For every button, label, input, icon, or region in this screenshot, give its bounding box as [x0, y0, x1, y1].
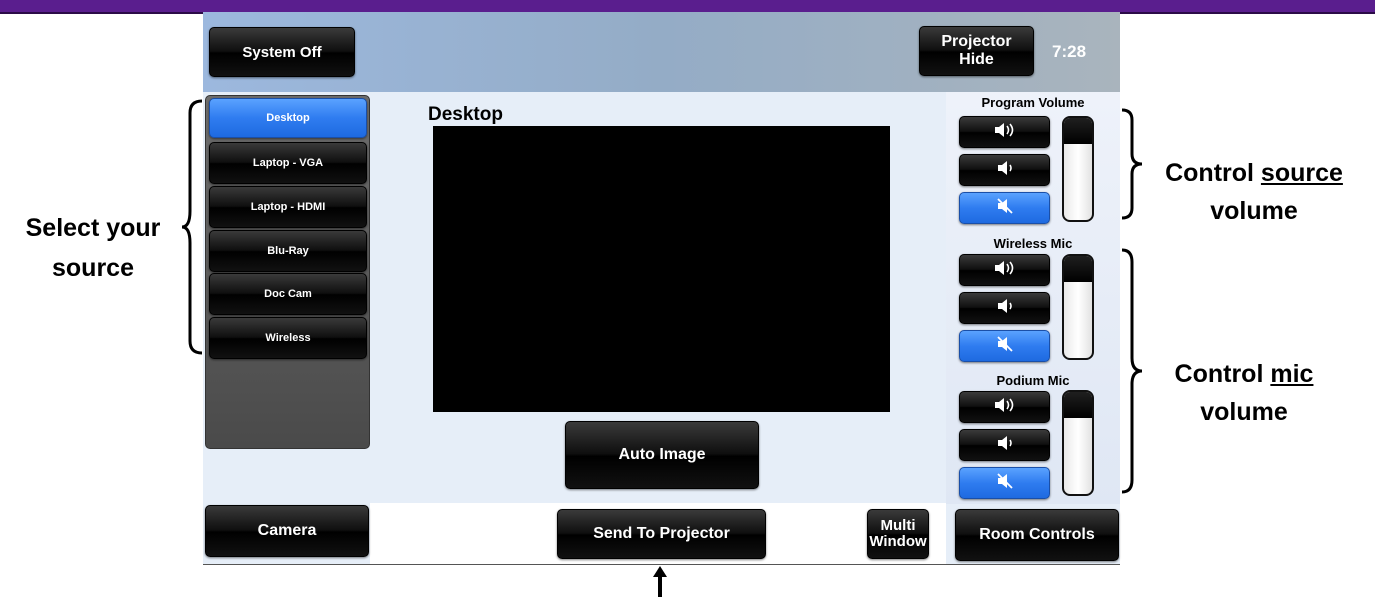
- slider-handle[interactable]: [1064, 256, 1092, 282]
- auto-image-button[interactable]: Auto Image: [565, 421, 759, 489]
- volume-word: volume: [1210, 197, 1298, 225]
- bottom-divider: [203, 564, 1120, 565]
- room-controls-button[interactable]: Room Controls: [955, 509, 1119, 561]
- control-source-annotation: Control source volume: [1144, 154, 1364, 230]
- mute-icon: [994, 472, 1016, 494]
- send-to-projector-button[interactable]: Send To Projector: [557, 509, 766, 559]
- podium-mic-mute-button[interactable]: [959, 467, 1050, 499]
- source-blu-ray-button[interactable]: Blu-Ray: [209, 230, 367, 272]
- select-source-annotation: Select your source: [25, 214, 161, 282]
- volume-up-icon: [994, 397, 1016, 418]
- mute-icon: [994, 335, 1016, 357]
- source-volume-brace: [1121, 108, 1143, 220]
- source-desktop-button[interactable]: Desktop: [209, 98, 367, 138]
- volume-up-icon: [994, 122, 1016, 143]
- podium-mic-volume-down-button[interactable]: [959, 429, 1050, 461]
- control-word: Control: [1165, 159, 1254, 187]
- volume-down-icon: [994, 435, 1016, 456]
- volume-down-icon: [994, 160, 1016, 181]
- wireless-mic-mute-button[interactable]: [959, 330, 1050, 362]
- program-volume-down-button[interactable]: [959, 154, 1050, 186]
- podium-mic-label: Podium Mic: [996, 373, 1070, 388]
- volume-word: volume: [1200, 398, 1288, 426]
- volume-down-icon: [994, 298, 1016, 319]
- preview-title: Desktop: [428, 104, 503, 125]
- camera-button[interactable]: Camera: [205, 505, 369, 557]
- volume-up-icon: [994, 260, 1016, 281]
- podium-mic-volume-up-button[interactable]: [959, 391, 1050, 423]
- wireless-mic-volume-down-button[interactable]: [959, 292, 1050, 324]
- wireless-mic-volume-slider[interactable]: [1062, 254, 1094, 360]
- projector-hide-button[interactable]: Projector Hide: [919, 26, 1034, 76]
- mic-word: mic: [1270, 360, 1314, 388]
- source-laptop-vga-button[interactable]: Laptop - VGA: [209, 142, 367, 184]
- program-volume-label: Program Volume: [981, 95, 1085, 110]
- clock: 7:28: [1052, 42, 1087, 61]
- wireless-mic-volume-up-button[interactable]: [959, 254, 1050, 286]
- mute-icon: [994, 197, 1016, 219]
- source-brace: [181, 99, 203, 355]
- program-volume-up-button[interactable]: [959, 116, 1050, 148]
- slider-handle[interactable]: [1064, 392, 1092, 418]
- slider-handle[interactable]: [1064, 118, 1092, 144]
- source-word: source: [1260, 159, 1343, 187]
- source-laptop-hdmi-button[interactable]: Laptop - HDMI: [209, 186, 367, 228]
- podium-mic-volume-slider[interactable]: [1062, 390, 1094, 496]
- preview-screen: [433, 126, 890, 412]
- source-wireless-button[interactable]: Wireless: [209, 317, 367, 359]
- control-word: Control: [1174, 360, 1264, 388]
- control-mic-annotation: Control mic volume: [1134, 355, 1354, 431]
- system-off-button[interactable]: System Off: [209, 27, 355, 77]
- source-doc-cam-button[interactable]: Doc Cam: [209, 273, 367, 315]
- arrow-up-icon: [653, 566, 667, 597]
- program-volume-slider[interactable]: [1062, 116, 1094, 222]
- wireless-mic-label: Wireless Mic: [993, 236, 1073, 251]
- program-mute-button[interactable]: [959, 192, 1050, 224]
- multi-window-button[interactable]: Multi Window: [867, 509, 929, 559]
